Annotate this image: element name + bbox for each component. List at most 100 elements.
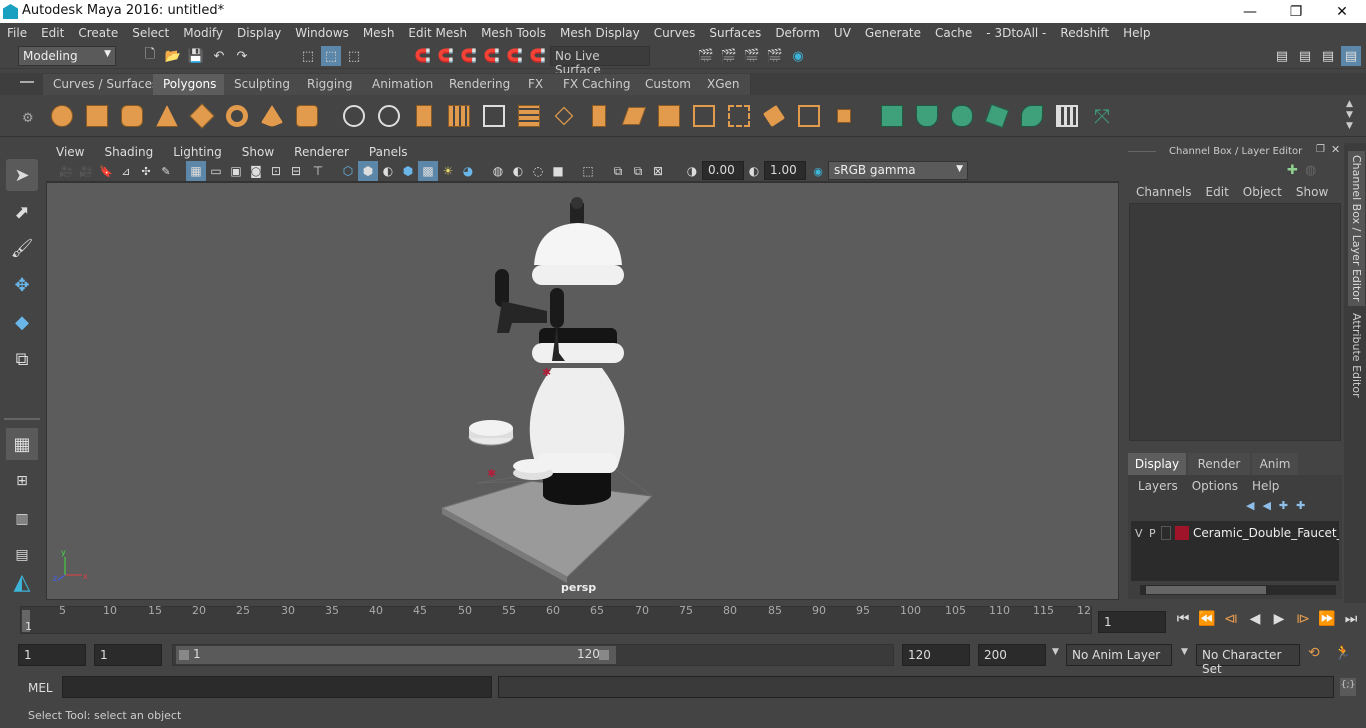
menu-mesh[interactable]: Mesh <box>356 26 402 40</box>
panel-close-icon[interactable]: ✕ <box>1331 143 1340 156</box>
camera-select-icon[interactable]: 🎥 <box>56 161 76 181</box>
viewport-menu-panels[interactable]: Panels <box>359 145 418 159</box>
image-plane-icon[interactable]: ⊿ <box>116 161 136 181</box>
uv-cut-sew-icon[interactable] <box>1018 102 1046 130</box>
gamma-icon[interactable]: ◐ <box>744 161 764 181</box>
ipr-render-icon[interactable]: 🎬 <box>742 46 762 66</box>
layer-visibility-toggle[interactable]: V <box>1135 527 1143 540</box>
start-time-field[interactable]: 1 <box>18 644 86 666</box>
insert-edge-loop-icon[interactable] <box>655 102 683 130</box>
smooth-shade-icon[interactable]: ⬢ <box>358 161 378 181</box>
viewport-menu-renderer[interactable]: Renderer <box>284 145 359 159</box>
render-settings-icon[interactable]: 🎬 <box>765 46 785 66</box>
shelf-tab-polygons[interactable]: Polygons <box>153 74 228 95</box>
save-scene-icon[interactable]: 💾 <box>186 46 206 66</box>
chevron-down-icon[interactable]: ▼ <box>1181 647 1188 657</box>
grid-toggle-icon[interactable]: ▦ <box>186 161 206 181</box>
wireframe-on-shaded-icon[interactable]: ◐ <box>378 161 398 181</box>
anti-aliasing-icon[interactable]: ◌ <box>528 161 548 181</box>
snap-live-icon[interactable]: 🧲 <box>528 46 548 66</box>
grease-pencil-icon[interactable]: ✎ <box>156 161 176 181</box>
minimize-button[interactable]: — <box>1227 0 1273 23</box>
range-start-grip[interactable] <box>179 650 189 660</box>
paint-select-tool-icon[interactable]: 🖌 <box>6 232 38 264</box>
play-backwards-icon[interactable]: ◀ <box>1244 611 1266 627</box>
step-forward-frame-icon[interactable]: ⧐ <box>1292 611 1314 627</box>
character-set-dropdown[interactable]: No Character Set <box>1196 644 1300 676</box>
gamma-field[interactable]: 1.00 <box>764 161 806 180</box>
offset-edge-loop-icon[interactable] <box>690 102 718 130</box>
two-d-pan-icon[interactable]: ✣ <box>136 161 156 181</box>
exposure-field[interactable]: 0.00 <box>702 161 744 180</box>
depth-of-field-icon[interactable]: ■ <box>548 161 568 181</box>
poly-cone-icon[interactable] <box>153 102 181 130</box>
snap-grid-icon[interactable]: 🧲 <box>413 46 433 66</box>
backface-culling-icon[interactable]: ⊠ <box>648 161 668 181</box>
toggle-channel-box-icon[interactable]: ▤ <box>1341 46 1361 66</box>
go-to-end-icon[interactable]: ⏭ <box>1340 611 1362 627</box>
redo-icon[interactable]: ↷ <box>232 46 252 66</box>
xray-joints-icon[interactable]: ⧉ <box>608 161 628 181</box>
poly-plane-icon[interactable] <box>188 102 216 130</box>
step-back-key-icon[interactable]: ⏪ <box>1196 611 1218 627</box>
collapse-icon[interactable] <box>830 102 858 130</box>
layer-tab-render[interactable]: Render <box>1188 453 1250 475</box>
poly-pipe-icon[interactable] <box>293 102 321 130</box>
shelf-menu-icon[interactable] <box>20 81 34 83</box>
restore-button[interactable]: ❐ <box>1273 0 1319 23</box>
snap-surface-icon[interactable]: 🧲 <box>505 46 525 66</box>
time-slider[interactable]: 1 5 10 15 20 25 30 35 40 45 50 55 60 65 … <box>0 604 1366 636</box>
motion-blur-icon[interactable]: ◐ <box>508 161 528 181</box>
snap-point-icon[interactable]: 🧲 <box>459 46 479 66</box>
color-space-dropdown[interactable]: sRGB gamma ▼ <box>828 161 968 180</box>
shelf-tab-animation[interactable]: Animation <box>362 74 445 95</box>
layer-playback-toggle[interactable]: P <box>1149 527 1157 540</box>
playback-start-field[interactable]: 1 <box>94 644 162 666</box>
poly-cube-icon[interactable] <box>83 102 111 130</box>
menu-help[interactable]: Help <box>1116 26 1157 40</box>
toggle-attribute-editor-icon[interactable]: ▤ <box>1295 46 1315 66</box>
uv-editor-icon[interactable] <box>1053 102 1081 130</box>
layer-scrollbar-thumb[interactable] <box>1146 586 1266 594</box>
hypershade-icon[interactable]: ◉ <box>788 46 808 66</box>
menu-deform[interactable]: Deform <box>768 26 827 40</box>
shadows-icon[interactable]: ◕ <box>458 161 478 181</box>
extrude-icon[interactable] <box>585 102 613 130</box>
go-to-start-icon[interactable]: ⏮ <box>1172 611 1194 627</box>
viewport-menu-view[interactable]: View <box>46 145 94 159</box>
layer-name[interactable]: Ceramic_Double_Faucet_Drat <box>1193 526 1339 540</box>
snap-curve-icon[interactable]: 🧲 <box>436 46 456 66</box>
fill-hole-icon[interactable] <box>760 102 788 130</box>
panel-float-icon[interactable]: ❐ <box>1316 144 1325 155</box>
extract-icon[interactable] <box>480 102 508 130</box>
render-view-icon[interactable]: 🎬 <box>696 46 716 66</box>
xray-active-icon[interactable]: ⧉ <box>628 161 648 181</box>
menu-curves[interactable]: Curves <box>647 26 703 40</box>
shelf-tab-custom[interactable]: Custom <box>635 74 702 95</box>
toggle-modeling-toolkit-icon[interactable]: ▤ <box>1272 46 1292 66</box>
single-perspective-layout-icon[interactable]: ▦ <box>6 428 38 460</box>
shelf-tab-xgen[interactable]: XGen <box>697 74 751 95</box>
multi-cut-icon[interactable] <box>550 102 578 130</box>
channel-menu-edit[interactable]: Edit <box>1206 185 1229 199</box>
poly-torus-icon[interactable] <box>223 102 251 130</box>
chevron-down-icon[interactable]: ▼ <box>1052 647 1059 657</box>
play-forwards-icon[interactable]: ▶ <box>1268 611 1290 627</box>
select-object-icon[interactable]: ⬚ <box>321 46 341 66</box>
current-frame-field[interactable]: 1 <box>1098 611 1166 633</box>
field-chart-icon[interactable]: ⊡ <box>266 161 286 181</box>
xray-icon[interactable]: ⬢ <box>398 161 418 181</box>
menu-generate[interactable]: Generate <box>858 26 928 40</box>
menu-select[interactable]: Select <box>125 26 176 40</box>
shelf-tab-fx[interactable]: FX <box>518 74 555 95</box>
combine-icon[interactable] <box>340 102 368 130</box>
maya-home-icon[interactable]: ◭ <box>6 566 38 598</box>
range-end-grip[interactable] <box>599 650 609 660</box>
menu-edit[interactable]: Edit <box>34 26 71 40</box>
four-view-layout-icon[interactable]: ⊞ <box>6 465 38 497</box>
menu-display[interactable]: Display <box>230 26 288 40</box>
cylindrical-uv-icon[interactable] <box>913 102 941 130</box>
menu-edit-mesh[interactable]: Edit Mesh <box>401 26 474 40</box>
layer-menu-layers[interactable]: Layers <box>1138 479 1178 493</box>
move-tool-icon[interactable]: ✥ <box>6 269 38 301</box>
